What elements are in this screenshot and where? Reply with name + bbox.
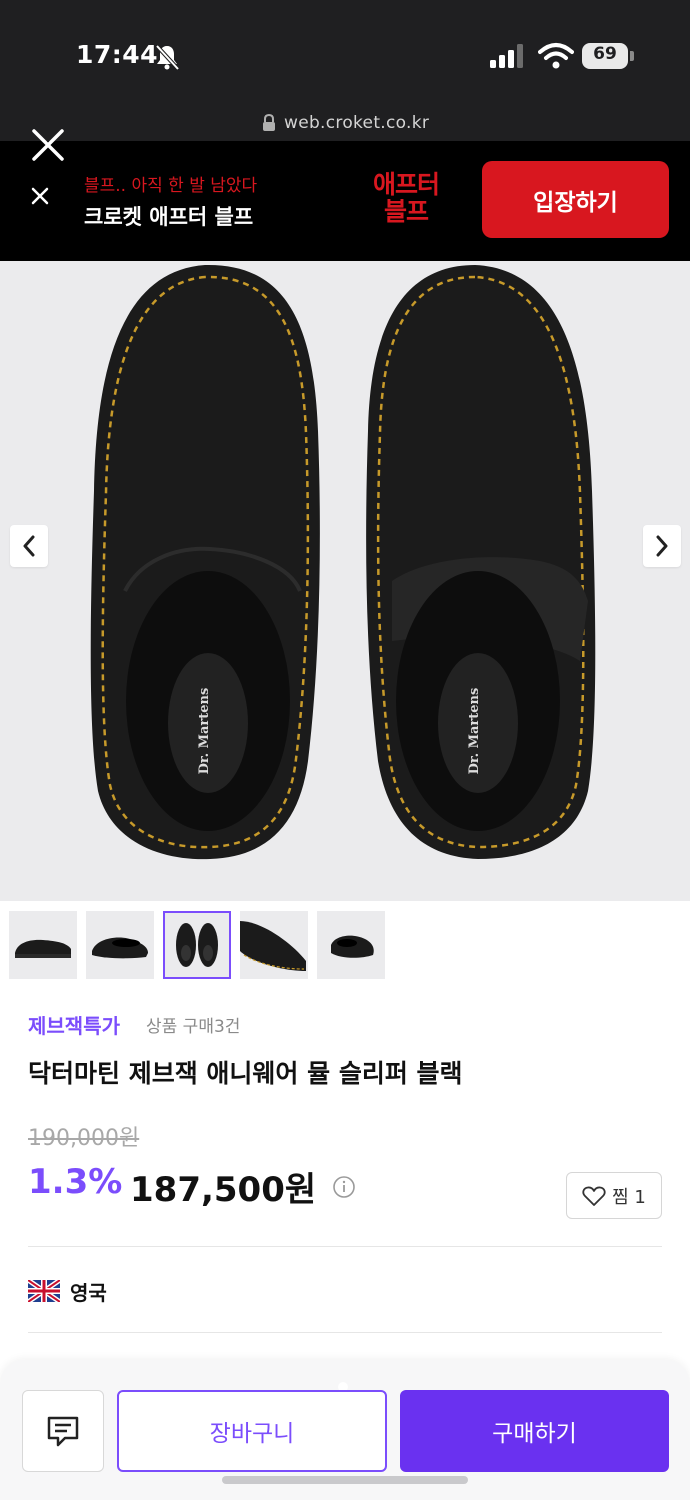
- banner-close-icon[interactable]: [30, 186, 50, 206]
- left-shoe: Dr. Martens: [90, 264, 320, 860]
- banner-logo-line2: 블프: [383, 197, 429, 226]
- product-image-carousel[interactable]: Dr. Martens Dr. Martens: [0, 261, 690, 901]
- enter-button[interactable]: 입장하기: [482, 161, 669, 238]
- original-price: 190,000원: [28, 1126, 140, 1151]
- status-time: 17:44: [76, 40, 159, 69]
- thumbnail-3-image: [176, 923, 218, 967]
- chevron-left-icon: [23, 535, 35, 557]
- origin-row: 영국: [28, 1277, 107, 1305]
- battery-level: 69: [593, 44, 617, 64]
- carousel-prev-button[interactable]: [10, 525, 48, 567]
- wishlist-button[interactable]: 찜 1: [566, 1172, 662, 1219]
- thumbnail-5[interactable]: [317, 911, 385, 979]
- svg-text:Dr. Martens: Dr. Martens: [197, 688, 212, 775]
- chevron-right-icon: [656, 535, 668, 557]
- banner-subtitle: 블프.. 아직 한 발 남았다: [84, 176, 258, 196]
- thumbnail-5-image: [331, 935, 374, 958]
- close-icon[interactable]: [30, 127, 66, 163]
- thumbnail-1[interactable]: [9, 911, 77, 979]
- lock-icon: [263, 114, 275, 131]
- chat-icon: [47, 1416, 79, 1447]
- bottom-action-bar: 장바구니 구매하기: [0, 1360, 690, 1500]
- thumbnail-2[interactable]: [86, 911, 154, 979]
- wishlist-count: 찜 1: [612, 1186, 646, 1208]
- divider: [28, 1332, 662, 1333]
- product-photo: Dr. Martens Dr. Martens: [90, 264, 596, 860]
- heart-icon: [582, 1186, 606, 1206]
- promo-banner[interactable]: 블프.. 아직 한 발 남았다 크로켓 애프터 블프 애프터 블프 입장하기: [0, 129, 690, 261]
- add-to-cart-button[interactable]: 장바구니: [117, 1390, 387, 1472]
- banner-title: 크로켓 애프터 블프: [84, 205, 254, 229]
- url-text: web.croket.co.kr: [284, 113, 430, 133]
- address-bar[interactable]: web.croket.co.kr: [0, 105, 690, 141]
- info-icon[interactable]: [332, 1175, 356, 1199]
- chat-button[interactable]: [22, 1390, 104, 1472]
- thumbnail-1-image: [15, 939, 71, 958]
- signal-icon: [490, 44, 523, 68]
- wifi-icon: [538, 43, 574, 69]
- uk-flag-icon: [28, 1280, 60, 1302]
- battery-icon: 69: [582, 43, 634, 69]
- buy-now-button[interactable]: 구매하기: [400, 1390, 669, 1472]
- purchase-count: 상품 구매3건: [146, 1017, 241, 1037]
- carousel-next-button[interactable]: [643, 525, 681, 567]
- thumbnail-2-image: [92, 937, 148, 959]
- thumbnail-4-image: [240, 921, 306, 971]
- svg-text:Dr. Martens: Dr. Martens: [467, 688, 482, 775]
- right-shoe: Dr. Martens: [366, 265, 596, 859]
- brand-tag[interactable]: 제브잭특가: [28, 1010, 120, 1039]
- status-bar: 17:44 69: [0, 0, 690, 105]
- divider: [28, 1246, 662, 1247]
- sale-price: 187,500원: [130, 1170, 317, 1210]
- thumbnail-strip: [0, 901, 690, 991]
- bell-muted-icon: [155, 44, 180, 71]
- home-indicator: [222, 1476, 468, 1484]
- thumbnail-4[interactable]: [240, 911, 308, 979]
- thumbnail-3[interactable]: [163, 911, 231, 979]
- banner-logo: 애프터 블프: [356, 171, 456, 231]
- banner-logo-line1: 애프터: [372, 170, 440, 199]
- discount-rate: 1.3%: [28, 1162, 123, 1202]
- origin-label: 영국: [70, 1280, 107, 1305]
- product-title: 닥터마틴 제브잭 애니웨어 뮬 슬리퍼 블랙: [28, 1059, 463, 1088]
